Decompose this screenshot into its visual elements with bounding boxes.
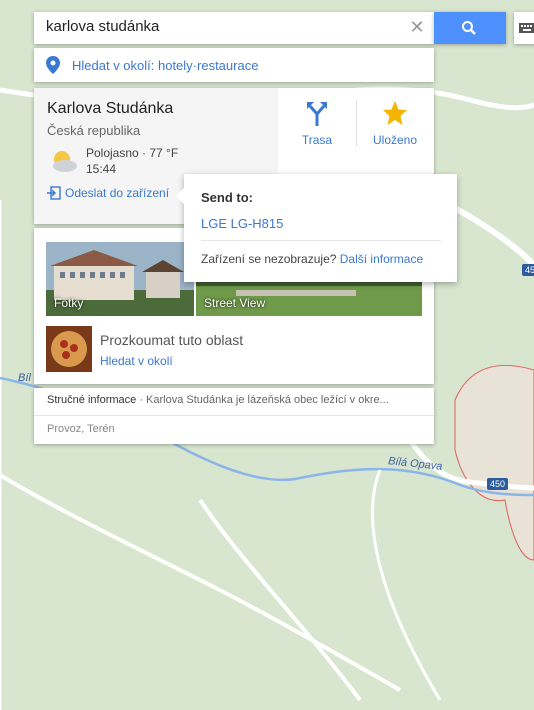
star-icon: [383, 101, 407, 125]
device-missing-text: Zařízení se nezobrazuje? Další informace: [201, 252, 423, 266]
road-shield-450: 450: [487, 478, 509, 490]
search-nearby-bar[interactable]: Hledat v okolí: hotely·restaurace: [34, 48, 434, 82]
street-view-label: Street View: [204, 296, 266, 310]
device-option[interactable]: LGE LG-H815: [201, 216, 283, 231]
send-to-device-icon: [47, 186, 61, 200]
more-info-link[interactable]: Další informace: [340, 252, 423, 266]
directions-icon: [307, 102, 327, 126]
food-photo: [46, 326, 92, 372]
river-label-left: Bíl: [18, 372, 31, 384]
weather-condition: Polojasno · 77 °F: [86, 146, 179, 160]
search-icon: [462, 21, 476, 35]
photos-label: Fotky: [54, 296, 84, 310]
route-button[interactable]: Trasa: [282, 100, 352, 147]
send-to-device-link[interactable]: Odeslat do zařízení: [47, 186, 169, 200]
photos-thumbnail[interactable]: Fotky: [46, 242, 194, 316]
saved-button[interactable]: Uloženo: [360, 100, 430, 147]
explore-nearby-link[interactable]: Hledat v okolí: [100, 354, 173, 368]
map-layers-text[interactable]: Provoz, Terén: [47, 423, 115, 435]
search-nearby-link[interactable]: Hledat v okolí: hotely·restaurace: [72, 58, 258, 73]
weather-time: 15:44: [86, 162, 117, 176]
info-divider: [34, 415, 434, 416]
search-box[interactable]: karlova studánka ✕: [34, 12, 434, 44]
summary-label: Stručné informace: [47, 394, 137, 406]
device-missing-question: Zařízení se nezobrazuje?: [201, 252, 340, 266]
explore-title: Prozkoumat tuto oblast: [100, 332, 244, 348]
popup-divider: [201, 240, 441, 241]
place-actions: Trasa Uloženo: [278, 88, 434, 174]
road-shield-45: 45: [522, 264, 534, 276]
info-panel: Stručné informace · Karlova Studánka je …: [34, 388, 434, 444]
place-country: Česká republika: [47, 123, 141, 138]
route-label: Trasa: [301, 133, 333, 147]
location-pin-icon: [46, 56, 60, 74]
send-to-device-label: Odeslat do zařízení: [65, 186, 170, 200]
close-icon[interactable]: ✕: [408, 18, 426, 36]
summary-text: · Karlova Studánka je lázeňská obec leží…: [136, 394, 389, 406]
explore-thumbnail[interactable]: [46, 326, 92, 372]
place-title: Karlova Studánka: [47, 100, 174, 117]
keyboard-icon: [519, 23, 534, 33]
popup-arrow: [176, 188, 184, 204]
search-button[interactable]: [434, 12, 506, 44]
popup-title: Send to:: [201, 190, 253, 205]
partly-cloudy-icon: [53, 151, 77, 172]
search-input[interactable]: karlova studánka: [46, 18, 159, 35]
send-to-popup: Send to: LGE LG-H815 Zařízení se nezobra…: [176, 174, 457, 282]
summary-line[interactable]: Stručné informace · Karlova Studánka je …: [47, 394, 389, 406]
actions-divider: [356, 100, 357, 146]
keyboard-button[interactable]: [514, 12, 534, 44]
saved-label: Uloženo: [372, 133, 418, 147]
